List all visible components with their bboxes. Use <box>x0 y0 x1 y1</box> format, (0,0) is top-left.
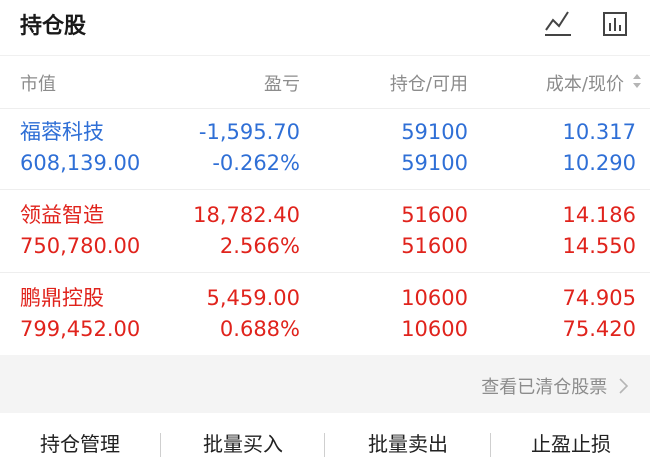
line-chart-icon[interactable] <box>542 8 574 40</box>
column-holding: 持仓/可用 <box>389 74 468 95</box>
cost-price: 74.905 <box>562 286 636 310</box>
market-value: 608,139.00 <box>20 151 141 175</box>
stock-name: 福蓉科技 <box>20 120 104 144</box>
position-row[interactable]: 福蓉科技 608,139.00 -1,595.70 -0.262% 59100 … <box>0 107 650 190</box>
holding-qty: 10600 <box>401 286 468 310</box>
current-price: 75.420 <box>562 317 636 341</box>
bar-chart-icon[interactable] <box>599 8 631 40</box>
holding-qty: 59100 <box>401 120 468 144</box>
cost-price: 10.317 <box>562 120 636 144</box>
stock-name: 领益智造 <box>20 203 104 227</box>
current-price: 10.290 <box>562 151 636 175</box>
position-row[interactable]: 领益智造 750,780.00 18,782.40 2.566% 51600 5… <box>0 190 650 273</box>
position-row[interactable]: 鹏鼎控股 799,452.00 5,459.00 0.688% 10600 10… <box>0 273 650 355</box>
stop-profit-loss-button[interactable]: 止盈止损 <box>492 413 650 475</box>
chevron-right-icon <box>619 378 629 394</box>
pnl-percent: 0.688% <box>219 317 300 341</box>
holding-qty: 51600 <box>401 203 468 227</box>
available-qty: 10600 <box>401 317 468 341</box>
divider <box>324 433 325 457</box>
header: 持仓股 <box>0 0 650 50</box>
divider <box>490 433 491 457</box>
positions-list: 福蓉科技 608,139.00 -1,595.70 -0.262% 59100 … <box>0 107 650 355</box>
batch-sell-button[interactable]: 批量卖出 <box>326 413 490 475</box>
pnl-amount: 5,459.00 <box>206 286 300 310</box>
divider <box>160 433 161 457</box>
view-cleared-stocks-link[interactable]: 查看已清仓股票 <box>481 373 629 399</box>
holdings-manage-button[interactable]: 持仓管理 <box>0 413 160 475</box>
holdings-page: 持仓股 市值 盈亏 持仓/可用 成本/现价 福蓉科技 608,139.00 -1… <box>0 0 650 475</box>
pnl-amount: -1,595.70 <box>198 120 300 144</box>
action-bar: 持仓管理 批量买入 批量卖出 止盈止损 <box>0 413 650 475</box>
cleared-link-label: 查看已清仓股票 <box>481 377 608 398</box>
market-value: 750,780.00 <box>20 234 141 258</box>
pnl-percent: 2.566% <box>219 234 300 258</box>
cost-price: 14.186 <box>562 203 636 227</box>
pnl-percent: -0.262% <box>212 151 300 175</box>
current-price: 14.550 <box>562 234 636 258</box>
sort-icon[interactable] <box>632 73 642 89</box>
column-cost-price[interactable]: 成本/现价 <box>546 70 624 96</box>
market-value: 799,452.00 <box>20 317 141 341</box>
page-title: 持仓股 <box>20 14 87 39</box>
available-qty: 51600 <box>401 234 468 258</box>
column-market-value: 市值 <box>20 74 56 95</box>
cleared-stocks-band: 查看已清仓股票 <box>0 355 650 413</box>
pnl-amount: 18,782.40 <box>193 203 300 227</box>
batch-buy-button[interactable]: 批量买入 <box>162 413 324 475</box>
column-pnl: 盈亏 <box>264 74 300 95</box>
available-qty: 59100 <box>401 151 468 175</box>
stock-name: 鹏鼎控股 <box>20 286 104 310</box>
column-header: 市值 盈亏 持仓/可用 成本/现价 <box>0 55 650 109</box>
